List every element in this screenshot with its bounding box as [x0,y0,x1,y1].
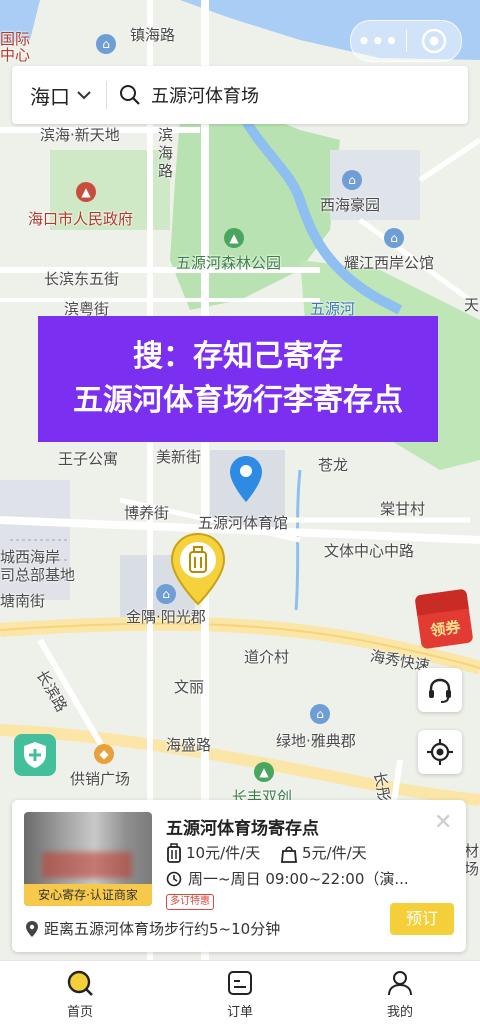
map-label-road: 博养街 [124,504,170,522]
map-label: 苍龙 [318,456,349,474]
promo-tag: 多订特惠 [166,894,214,910]
storage-location-pin-icon[interactable] [170,532,226,606]
search-icon [120,85,140,105]
close-icon[interactable]: ✕ [434,810,452,835]
map-label-road: 镇海路 [130,26,176,44]
miniprogram-capsule: ••• [350,20,462,62]
price-large-luggage: 10元/件/天 [166,842,260,863]
reserve-button[interactable]: 预订 [390,903,454,935]
park-icon: ▲ [224,228,244,248]
storefront-photo: 安心寄存·认证商家 [24,812,152,906]
bag-icon [281,845,297,863]
map-label-road: 文体中心中路 [324,542,415,560]
map-label: 滨海·新天地 [40,126,120,144]
crosshair-icon [427,739,453,765]
search-bar[interactable]: 海口 五源河体育场 [12,66,468,124]
map-label-road: 美新街 [156,448,202,466]
distance-text: 距离五源河体育场步行约5~10分钟 [44,920,281,938]
shop-icon: ◆ [94,744,114,764]
poi-icon: ⌂ [384,228,404,248]
city-selector[interactable]: 海口 [30,81,70,110]
banner-line-1: 搜：存知己寄存 [133,339,343,374]
map-label-road: 路 [158,162,174,180]
price-small-text: 5元/件/天 [302,844,367,862]
order-icon [228,970,252,995]
tab-orders[interactable]: 订单 [160,961,320,1027]
map-label-road: 海盛路 [166,736,212,754]
more-dots-icon[interactable]: ••• [351,29,406,53]
poi-icon: ⌂ [342,170,362,190]
divider [106,81,107,109]
tab-home[interactable]: 首页 [0,961,160,1027]
headset-icon [429,678,451,703]
shield-plus-icon [24,742,46,768]
map-label: 场 [464,860,480,878]
tab-label: 订单 [226,1004,253,1020]
map-label: 供销广场 [70,770,131,788]
map-label: 中心 [0,46,31,64]
map-label: 道介村 [244,648,290,666]
coupon-label: 领券 [429,617,462,640]
map-label: 绿地·雅典郡 [276,732,356,750]
walking-distance: 距离五源河体育场步行约5~10分钟 [26,918,280,939]
map-label: 司总部基地 [0,566,76,584]
storage-location-card[interactable]: 安心寄存·认证商家 五源河体育场寄存点 ✕ 10元/件/天 5元/件/天 周一~… [12,800,466,952]
map-label: 棠甘村 [380,500,426,518]
chevron-down-icon[interactable] [76,89,92,101]
search-input[interactable]: 五源河体育场 [151,82,259,108]
tab-label: 我的 [386,1004,413,1020]
verified-merchant-badge: 安心寄存·认证商家 [24,884,152,906]
hours-text: 周一~周日 09:00~22:00（演... [188,870,409,888]
tab-profile[interactable]: 我的 [320,961,480,1027]
poi-icon: ⌂ [310,704,330,724]
map-label-road: 长滨东五街 [44,270,120,288]
park-icon: ▲ [254,762,274,782]
banner-line-2: 五源河体育场行李寄存点 [73,383,403,418]
poi-icon: ⌂ [96,34,116,54]
coupon-button[interactable]: 领券 [414,588,474,650]
map-label: 五源河体育馆 [198,514,289,532]
map-label: 金隅·阳光郡 [126,608,206,626]
profile-icon [388,970,412,995]
map-label: 西海豪园 [320,196,381,214]
storefront-sign [42,852,132,878]
price-large-text: 10元/件/天 [186,844,261,862]
tab-label: 首页 [66,1004,93,1020]
locate-me-button[interactable] [418,730,462,774]
map-label: 五源河森林公园 [176,254,282,272]
map-label: 王子公寓 [58,450,119,468]
promo-banner: 搜：存知己寄存 五源河体育场行李寄存点 [38,316,438,442]
clock-icon [166,871,182,886]
record-target-icon[interactable] [407,28,462,54]
suitcase-icon [167,842,181,863]
map-label-road: 塘南街 [0,592,46,610]
bottom-tab-bar: 首页 订单 我的 [0,960,480,1027]
customer-service-button[interactable] [418,668,462,712]
stadium-location-pin-icon[interactable] [230,456,262,504]
location-name: 五源河体育场寄存点 [166,819,319,839]
safety-shield-button[interactable] [14,734,56,776]
map-pin-icon [26,920,38,937]
government-icon: ▲ [76,182,96,202]
map-label: 耀江西岸公馆 [344,254,435,272]
opening-hours: 周一~周日 09:00~22:00（演... [166,868,409,889]
map-label: 海口市人民政府 [28,210,134,228]
home-search-icon [67,970,93,996]
price-small-bag: 5元/件/天 [280,842,367,863]
map-label: 天 [464,296,480,314]
map-label: 文丽 [174,678,205,696]
